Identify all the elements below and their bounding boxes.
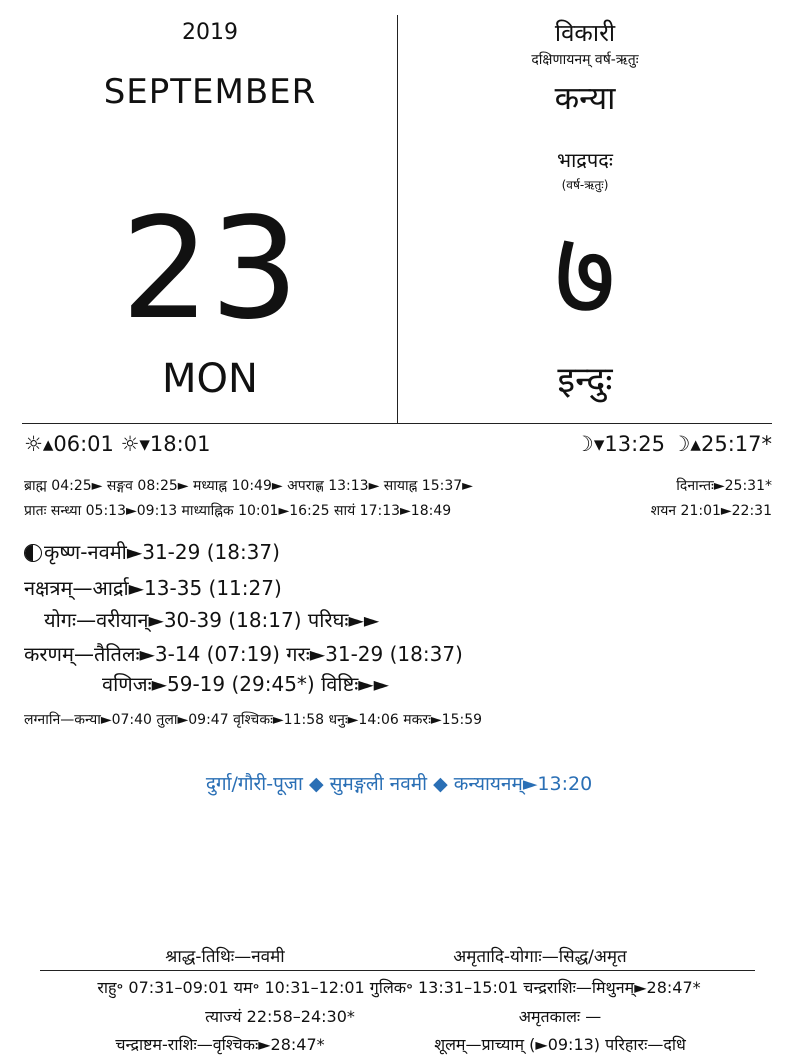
chandrashtama: चन्द्राष्टम-राशिः—वृश्चिकः►28:47* <box>115 1035 325 1054</box>
year-label: 2019 <box>182 20 238 45</box>
lunar-ritu-label: (वर्ष-ऋतुः) <box>561 178 609 192</box>
sandhya-times: प्रातः सन्ध्या 05:13►09:13 माध्याह्निक 1… <box>24 503 452 519</box>
amritakala: अमृतकालः — <box>518 1007 602 1026</box>
festivals: दुर्गा/गौरी-पूजा ◆ सुमङ्गली नवमी ◆ कन्या… <box>205 773 593 795</box>
yoga-row: योगः—वरीयान्►30-39 (18:17) परिघः►► <box>44 608 380 632</box>
footer-divider <box>40 970 755 971</box>
tithi-row: कृष्ण-नवमी►31-29 (18:37) <box>24 538 280 565</box>
solar-month-label: कन्या <box>554 79 616 117</box>
moonset-moonrise: ☽▾13:25 ☽▴25:17* <box>575 432 772 456</box>
vertical-divider <box>397 15 398 423</box>
shayana-time: शयन 21:01►22:31 <box>650 503 772 519</box>
tyajyam: त्याज्यं 22:58–24:30* <box>205 1007 355 1026</box>
nakshatra-row: नक्षत्रम्—आर्द्रा►13-35 (11:27) <box>24 576 282 600</box>
sunrise-sunset: ☼▴06:01 ☼▾18:01 <box>24 432 211 456</box>
tithi-text: कृष्ण-नवमी►31-29 (18:37) <box>44 540 280 564</box>
half-moon-icon <box>24 544 42 562</box>
shraddha-tithi: श्राद्ध-तिथिः—नवमी <box>165 947 285 967</box>
day-number: 23 <box>120 188 300 351</box>
amritadi-yoga: अमृतादि-योगाः—सिद्ध/अमृत <box>453 947 627 967</box>
vasara-label: इन्दुः <box>557 360 613 401</box>
rahu-yama-gulika-row: राहु॰ 07:31–09:01 यम॰ 10:31–12:01 गुलिक॰… <box>97 978 701 997</box>
karana-row-2: वणिजः►59-19 (29:45*) विष्टिः►► <box>102 672 390 696</box>
month-label: SEPTEMBER <box>103 72 317 112</box>
lagna-row: लग्नानि—कन्या►07:40 तुला►09:47 वृश्चिकः►… <box>24 712 483 728</box>
header-divider <box>22 423 772 424</box>
dinanta: दिनान्तः►25:31* <box>676 478 772 494</box>
karana-row: करणम्—तैतिलः►3-14 (07:19) गरः►31-29 (18:… <box>24 642 463 666</box>
weekday-label: MON <box>162 356 258 402</box>
ayana-ritu-label: दक्षिणायनम् वर्ष-ऋतुः <box>531 52 639 68</box>
solar-day-numeral: ७ <box>553 205 617 344</box>
samvatsara-label: विकारी <box>554 19 616 47</box>
shula-parihara: शूलम्—प्राच्याम् (►09:13) परिहारः—दधि <box>434 1035 686 1054</box>
day-divisions: ब्राह्म 04:25► सङ्गव 08:25► मध्याह्न 10:… <box>24 478 473 494</box>
lunar-month-label: भाद्रपदः <box>557 148 613 172</box>
